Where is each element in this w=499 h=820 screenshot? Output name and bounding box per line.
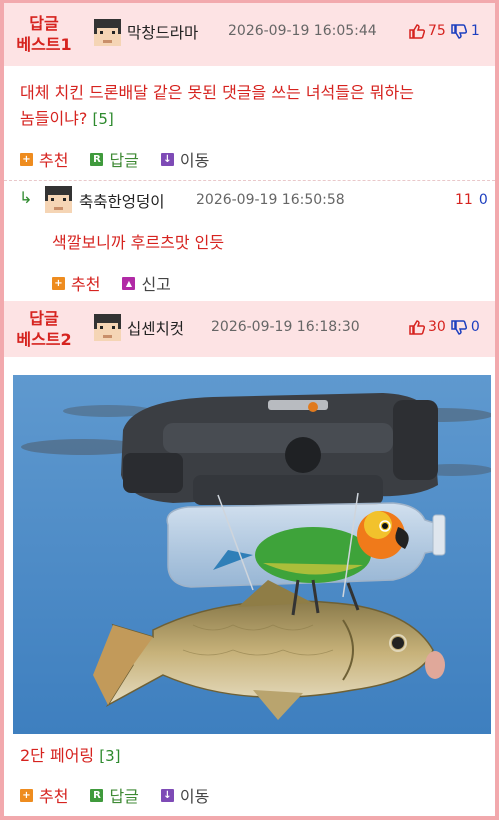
upvote-count: 75 [428, 23, 446, 39]
reply-count[interactable]: [3] [99, 747, 120, 765]
reply-count[interactable]: [5] [92, 110, 113, 128]
recommend-label: 추천 [39, 787, 69, 806]
plus-icon: + [52, 276, 65, 290]
down-arrow-icon: ↓ [160, 788, 174, 802]
move-button[interactable]: ↓ 이동 [160, 783, 210, 807]
best-label: 답글 베스트2 [12, 308, 76, 350]
reply-icon: R [90, 788, 104, 802]
reply-button[interactable]: R 답글 [90, 783, 139, 807]
divider [4, 180, 495, 181]
plus-icon: + [20, 788, 33, 802]
move-label: 이동 [179, 151, 210, 170]
recommend-button[interactable]: + 추천 [20, 147, 68, 171]
reply-label: 답글 [109, 787, 139, 806]
attached-image[interactable] [13, 375, 491, 734]
avatar [94, 19, 121, 46]
comment-text-line2: 놈들이냐? [20, 109, 88, 128]
comment-actions: + 추천 ▲ 신고 [52, 271, 193, 295]
comment-text: 대체 치킨 드론배달 같은 못된 댓글을 쓰는 녀석들은 뭐하는 놈들이냐? [… [20, 80, 490, 132]
best-label-line1: 답글 [29, 309, 59, 328]
avatar [45, 186, 72, 213]
thumbs-down-icon[interactable] [451, 319, 467, 335]
reply-icon: R [90, 152, 104, 166]
downvote-count[interactable]: 0 [479, 192, 488, 208]
reply-arrow-icon: ↳ [19, 188, 33, 207]
nickname[interactable]: 십센치컷 [127, 317, 184, 339]
thumbs-down-icon[interactable] [451, 23, 467, 39]
nickname[interactable]: 축축한엉덩이 [79, 190, 165, 212]
timestamp: 2026-09-19 16:05:44 [228, 23, 377, 39]
comment-actions: + 추천 R 답글 ↓ 이동 [20, 147, 231, 171]
vote-box: 30 0 [409, 319, 480, 335]
upvote-count: 30 [428, 319, 446, 335]
thumbs-up-icon[interactable] [409, 319, 425, 335]
move-button[interactable]: ↓ 이동 [160, 147, 210, 171]
avatar [94, 314, 121, 341]
vote-box: 75 1 [409, 23, 480, 39]
plus-icon: + [20, 152, 33, 166]
comment-text: 2단 페어링 [3] [20, 743, 121, 769]
nickname[interactable]: 막창드라마 [127, 21, 198, 43]
comment-text-line1: 대체 치킨 드론배달 같은 못된 댓글을 쓰는 녀석들은 뭐하는 [20, 83, 414, 102]
recommend-label: 추천 [39, 151, 69, 170]
report-button[interactable]: ▲ 신고 [122, 271, 171, 295]
move-label: 이동 [179, 787, 210, 806]
recommend-button[interactable]: + 추천 [20, 783, 68, 807]
siren-icon: ▲ [122, 276, 136, 290]
comment-actions: + 추천 R 답글 ↓ 이동 [20, 783, 231, 807]
timestamp: 2026-09-19 16:18:30 [211, 319, 360, 335]
reply-button[interactable]: R 답글 [90, 147, 139, 171]
best-label-line2: 베스트2 [16, 330, 72, 349]
thumbs-up-icon[interactable] [409, 23, 425, 39]
recommend-label: 추천 [71, 275, 101, 294]
vote-box: 11 0 [455, 192, 488, 208]
down-arrow-icon: ↓ [160, 152, 174, 166]
recommend-button[interactable]: + 추천 [52, 271, 100, 295]
best-label-line2: 베스트1 [16, 35, 72, 54]
comment-text-main: 2단 페어링 [20, 746, 95, 765]
best-label: 답글 베스트1 [12, 13, 76, 55]
upvote-count[interactable]: 11 [455, 192, 473, 208]
downvote-count: 0 [470, 319, 480, 335]
reply-label: 답글 [109, 151, 139, 170]
timestamp: 2026-09-19 16:50:58 [196, 192, 345, 208]
comment-text: 색깔보니까 후르츠맛 인듯 [52, 233, 225, 252]
best-label-line1: 답글 [29, 14, 59, 33]
report-label: 신고 [141, 275, 171, 294]
downvote-count: 1 [470, 23, 480, 39]
